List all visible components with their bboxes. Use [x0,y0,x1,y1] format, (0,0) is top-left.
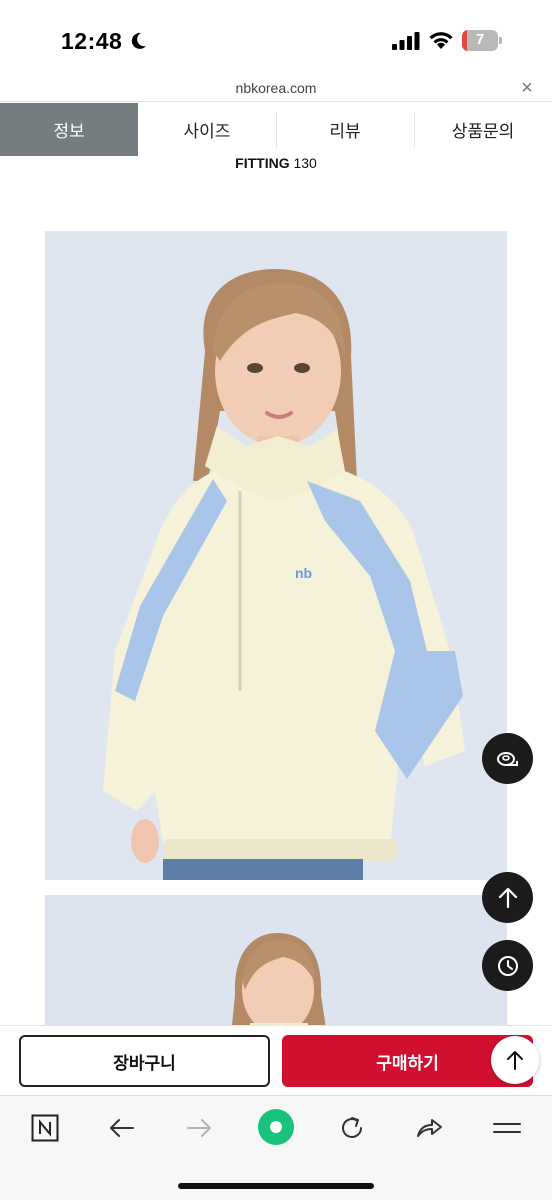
status-bar: 12:48 7 [0,0,552,78]
tab-label: 사이즈 [183,122,231,141]
naver-n-icon [31,1114,59,1142]
fitting-value: 130 [293,155,317,171]
moon-icon [131,32,146,49]
forward-arrow-icon [187,1119,211,1137]
cart-button[interactable]: 장바구니 [19,1035,270,1087]
tab-info[interactable]: 정보 [0,103,138,156]
refresh-icon [342,1117,362,1138]
measure-tape-icon [496,751,518,766]
size-guide-button[interactable] [482,733,533,784]
battery-level: 7 [475,31,485,48]
refresh-button[interactable] [337,1113,367,1143]
menu-icon [493,1123,521,1133]
tab-review[interactable]: 리뷰 [276,103,414,156]
arrow-up-icon [507,1051,523,1070]
status-time: 12:48 [61,28,123,54]
tab-label: 리뷰 [329,122,361,141]
signal-icon [392,32,420,50]
tab-size[interactable]: 사이즈 [138,103,276,156]
tab-label: 정보 [53,122,85,141]
divider [0,101,552,102]
back-button[interactable] [107,1113,137,1143]
fitting-label: FITTING [235,155,290,171]
battery-icon: 7 [462,30,502,51]
naver-home-button[interactable] [30,1113,60,1143]
recent-view-button[interactable] [482,940,533,991]
home-indicator [178,1183,374,1189]
back-arrow-icon [110,1119,134,1137]
share-icon [417,1119,442,1137]
green-dot-home-icon [258,1109,294,1145]
tab-label: 상품문의 [451,122,515,141]
product-tabs: 정보 사이즈 리뷰 상품문의 [0,103,552,156]
scroll-top-white-button[interactable] [491,1036,539,1084]
menu-button[interactable] [492,1113,522,1143]
svg-text:nb: nb [295,565,312,581]
forward-button[interactable] [184,1113,214,1143]
green-dot-button[interactable] [256,1107,296,1147]
scroll-top-button[interactable] [482,872,533,923]
wifi-icon [429,32,453,49]
clock-icon [497,955,518,976]
product-photo-second[interactable] [45,895,507,1035]
arrow-up-icon [498,887,517,908]
purchase-bar: 장바구니 구매하기 [0,1025,552,1095]
tab-qna[interactable]: 상품문의 [414,103,552,156]
url-text[interactable]: nbkorea.com [0,80,552,96]
url-bar[interactable]: nbkorea.com × [0,78,552,102]
share-button[interactable] [414,1113,444,1143]
fitting-info: FITTING 130 [0,155,552,171]
close-icon[interactable]: × [517,78,537,98]
product-photo-main[interactable]: nb [45,231,507,880]
